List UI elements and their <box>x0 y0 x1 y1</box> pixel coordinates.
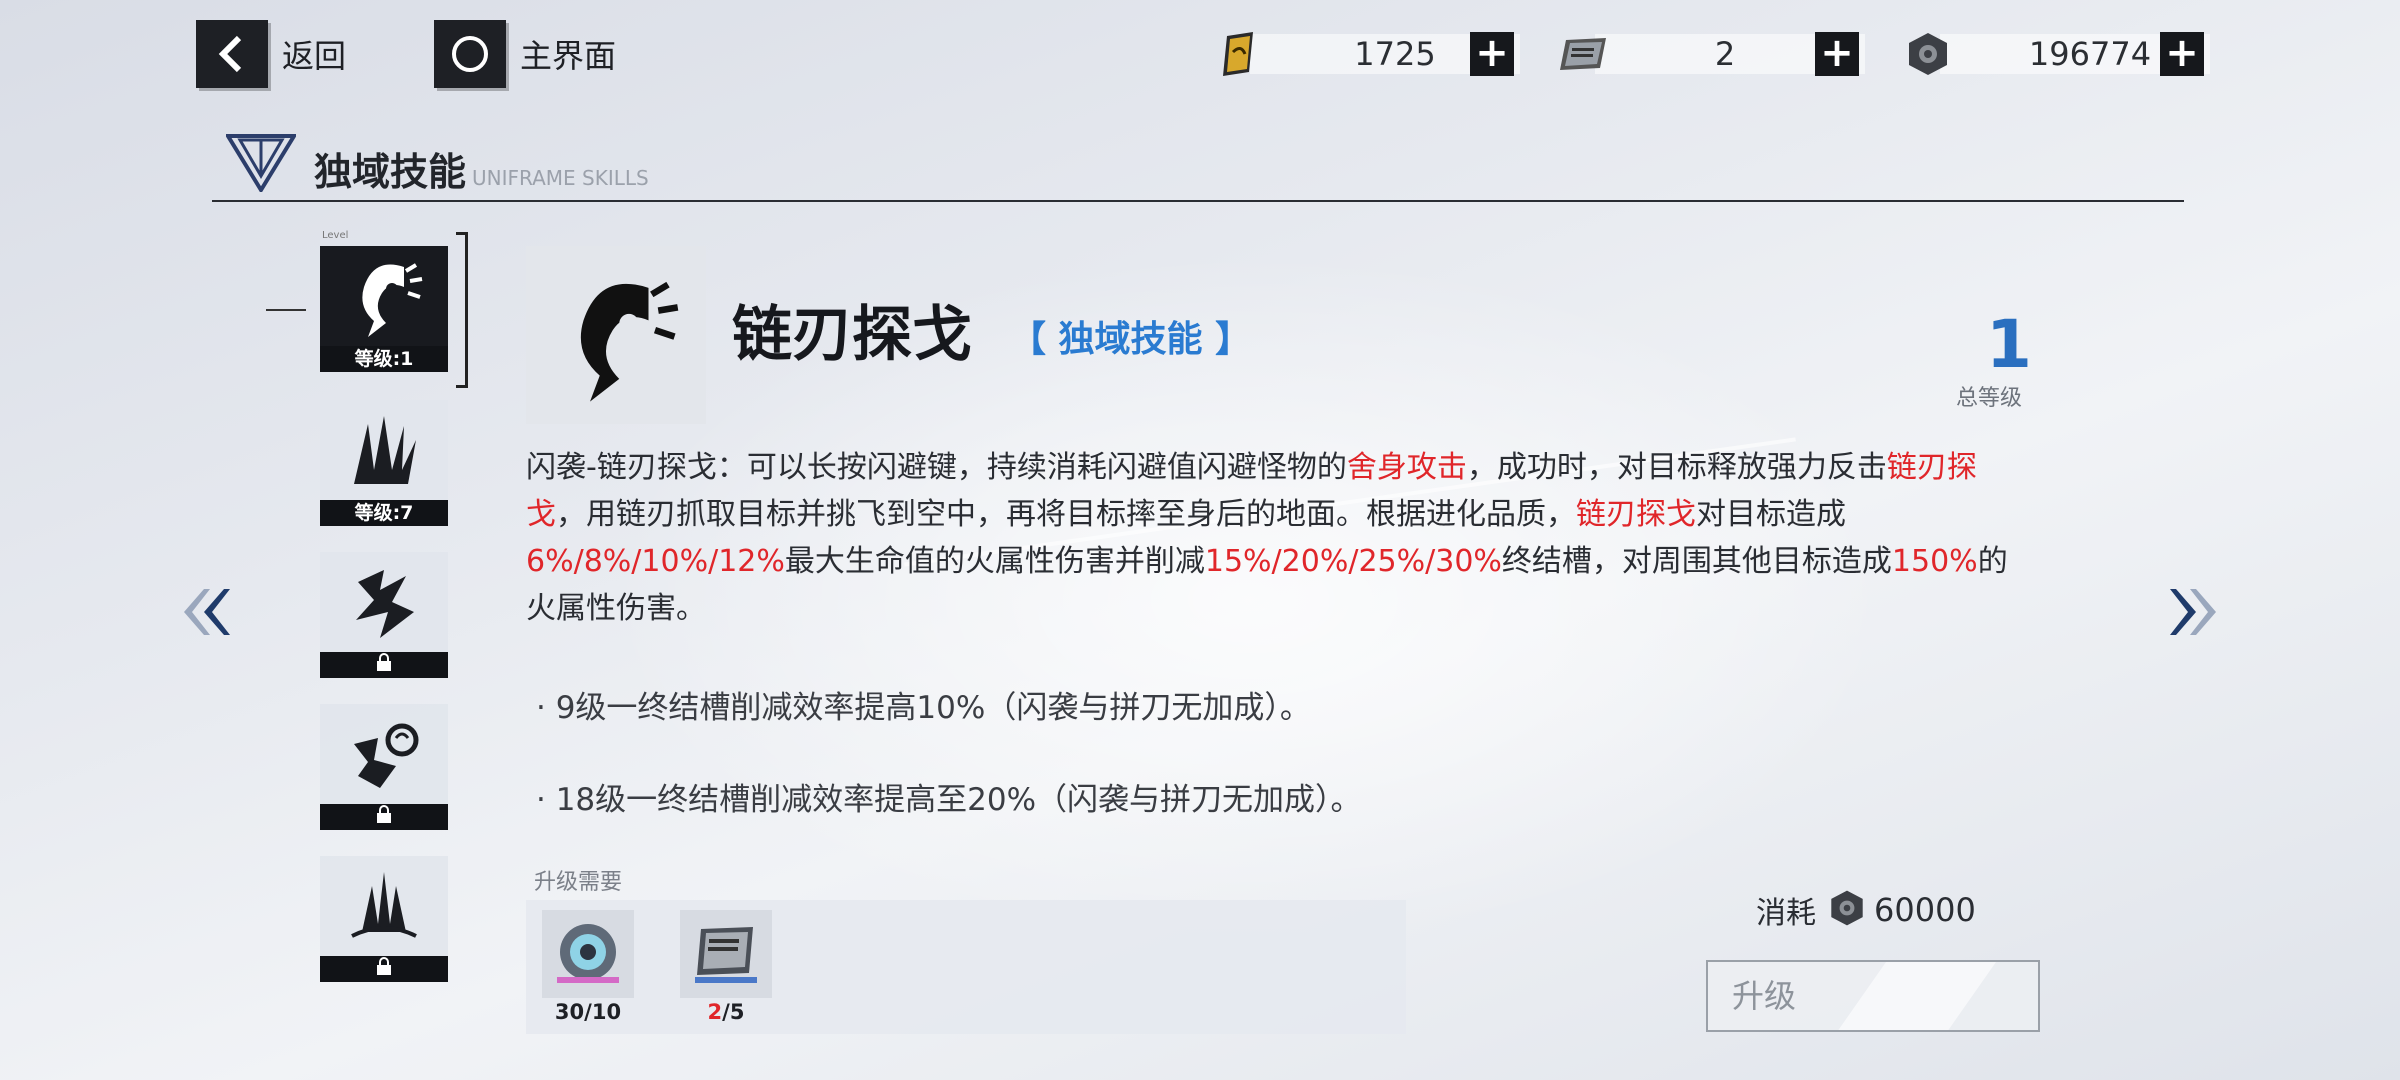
section-divider <box>212 200 2184 202</box>
supply-chip-icon <box>1555 30 1611 78</box>
requirement-item-1-count: 30/10 <box>554 1000 622 1024</box>
skill-description: 闪袭-链刃探戈：可以长按闪避键，持续消耗闪避值闪避怪物的舍身攻击，成功时，对目标… <box>526 444 2016 632</box>
home-circle-icon <box>434 20 506 88</box>
upgrade-cost: 消耗 60000 <box>1756 888 1976 932</box>
upgrade-button-label: 升级 <box>1732 977 1797 1015</box>
hex-coin-add-button[interactable]: + <box>2160 32 2204 76</box>
skill-slot-5[interactable] <box>320 856 448 982</box>
requirement-item-2-count: 2/5 <box>707 1000 745 1024</box>
selection-pointer <box>266 309 306 311</box>
skill-name: 链刃探戈 <box>732 300 972 370</box>
section-header: 独域技能 UNIFRAME SKILLS <box>224 130 649 196</box>
resource-gold-ticket: 1725 + <box>1210 30 1520 78</box>
resource-hex-coin: 196774 + <box>1900 30 2210 78</box>
supply-chip-value: 2 <box>1714 35 1736 73</box>
dragon-fist-icon <box>320 704 448 804</box>
cost-label: 消耗 <box>1756 896 1816 931</box>
selection-bracket <box>456 232 468 388</box>
gold-ticket-icon <box>1210 30 1266 78</box>
total-level-value: 1 <box>1986 306 2032 383</box>
description-text: ，成功时，对目标释放强力反击 <box>1466 450 1887 485</box>
home-label: 主界面 <box>520 37 617 75</box>
description-text: 终结槽，对周围其他目标造成 <box>1501 544 1892 579</box>
description-text: ，用链刃抓取目标并挑飞到空中，再将目标摔至身后的地面。根据进化品质， <box>556 497 1576 532</box>
description-text: 对目标造成 <box>1696 497 1846 532</box>
back-arrow-icon <box>196 20 268 88</box>
home-button[interactable]: 主界面 <box>434 20 616 88</box>
skill-slot-2-level: 等级:7 <box>320 500 448 526</box>
cost-value: 60000 <box>1874 891 1976 929</box>
chain-blade-large-icon <box>526 246 706 424</box>
skill-slot-1[interactable]: 等级:1 <box>320 246 448 372</box>
supply-chip-add-button[interactable]: + <box>1815 32 1859 76</box>
description-highlight: 舍身攻击 <box>1346 450 1467 485</box>
description-highlight: 链刃探戈 <box>1576 497 1696 532</box>
upgrade-requirements-label: 升级需要 <box>534 870 623 895</box>
lightning-claw-icon <box>320 552 448 652</box>
chain-blade-icon <box>320 246 448 346</box>
ground-spikes-icon <box>320 856 448 956</box>
lock-icon <box>377 653 391 671</box>
resource-supply-chip: 2 + <box>1555 30 1865 78</box>
prev-page-arrow-icon[interactable] <box>178 582 230 652</box>
spike-burst-icon <box>320 400 448 500</box>
skill-type-tag: 【 独域技能 】 <box>1010 319 1252 360</box>
skill-detail-panel: 链刃探戈 【 独域技能 】 1 总等级 闪袭-链刃探戈：可以长按闪避键，持续消耗… <box>526 244 2040 1034</box>
back-button[interactable]: 返回 <box>196 20 346 88</box>
skill-slot-3-locked <box>320 652 448 678</box>
lock-icon <box>377 805 391 823</box>
skill-slot-2[interactable]: 等级:7 <box>320 400 448 526</box>
requirements-box: 30/10 2/5 <box>526 900 1406 1034</box>
next-page-arrow-icon[interactable] <box>2170 582 2222 652</box>
supply-chip-icon <box>680 910 772 998</box>
bonus-line-2: · 18级一终结槽削减效率提高至20%（闪袭与拼刀无加成）。 <box>536 782 1362 818</box>
skill-slot-3[interactable] <box>320 552 448 678</box>
total-level-label: 总等级 <box>1956 386 2023 411</box>
skill-slot-1-level: 等级:1 <box>320 346 448 372</box>
skill-slot-4[interactable] <box>320 704 448 830</box>
hex-nut-coin-icon <box>1828 889 1866 931</box>
requirement-item-2[interactable]: 2/5 <box>680 910 772 1024</box>
skill-slot-4-locked <box>320 804 448 830</box>
upgrade-button[interactable]: 升级 <box>1706 960 2040 1032</box>
level-caption: Level <box>322 230 349 241</box>
skill-slot-5-locked <box>320 956 448 982</box>
description-highlight: 150% <box>1891 544 1978 579</box>
section-title: 独域技能 <box>314 150 467 194</box>
bonus-line-1: · 9级一终结槽削减效率提高10%（闪袭与拼刀无加成）。 <box>536 690 1311 726</box>
description-highlight: 6%/8%/10%/12% <box>526 544 785 579</box>
hex-nut-coin-icon <box>1900 30 1956 78</box>
section-subtitle: UNIFRAME SKILLS <box>472 166 649 190</box>
description-highlight: 15%/20%/25%/30% <box>1204 544 1502 579</box>
description-text: 最大生命值的火属性伤害并削减 <box>784 544 1205 579</box>
gold-ticket-add-button[interactable]: + <box>1470 32 1514 76</box>
description-text: 闪袭-链刃探戈：可以长按闪避键，持续消耗闪避值闪避怪物的 <box>526 450 1347 485</box>
uniframe-emblem-icon <box>224 130 298 196</box>
lock-icon <box>377 957 391 975</box>
requirement-item-1[interactable]: 30/10 <box>542 910 634 1024</box>
core-gear-icon <box>542 910 634 998</box>
back-label: 返回 <box>282 37 347 75</box>
